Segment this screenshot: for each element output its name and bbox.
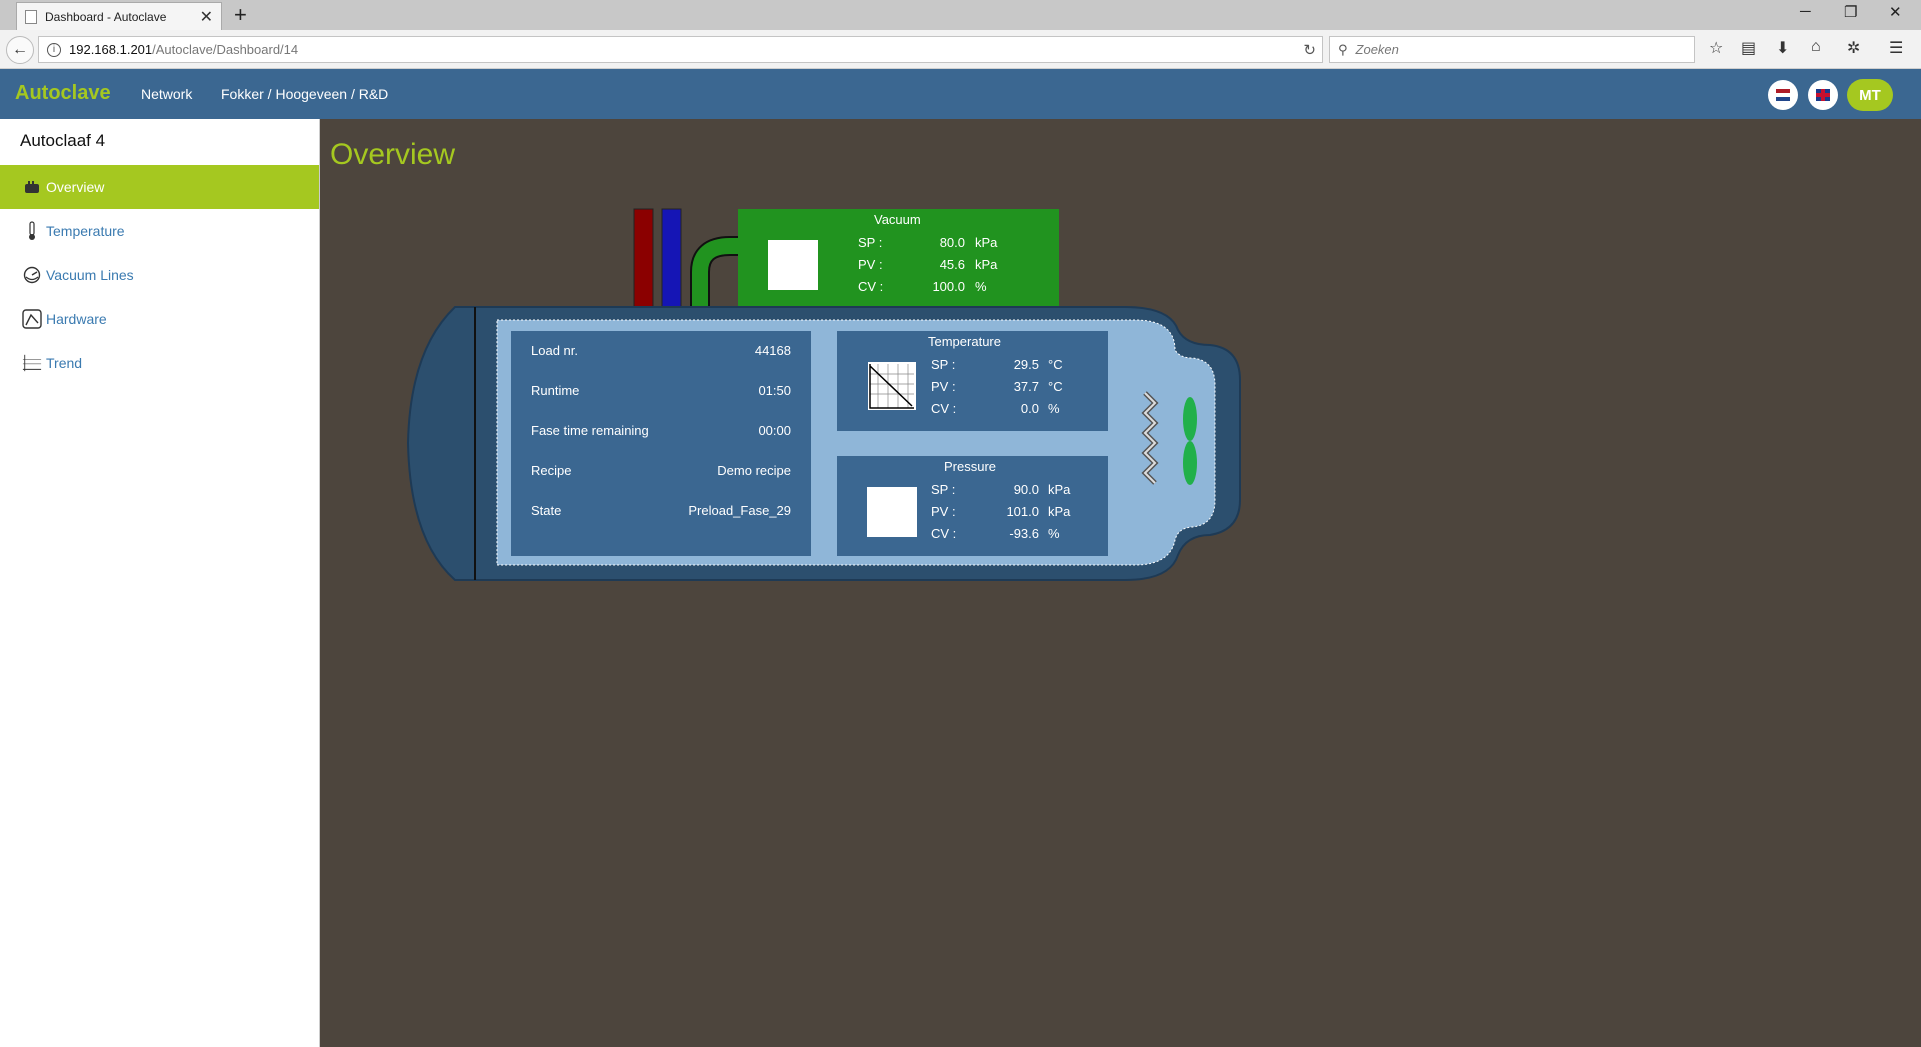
browser-tab-bar: Dashboard - Autoclave ✕ + ─ ❐ ✕: [0, 0, 1921, 30]
autoclave-icon: [22, 177, 42, 197]
nav-network[interactable]: Network: [141, 86, 192, 102]
load-info-panel: [511, 331, 811, 556]
page-icon: [25, 9, 37, 24]
vacuum-pv-label: PV :: [858, 257, 883, 272]
search-placeholder: Zoeken: [1355, 42, 1399, 57]
blue-pipe: [661, 208, 682, 310]
info-value-recipe: Demo recipe: [717, 463, 791, 478]
bookmark-star-icon[interactable]: ☆: [1709, 38, 1723, 58]
thermometer-icon: [22, 221, 42, 241]
dutch-flag-icon[interactable]: [1768, 80, 1798, 110]
minimize-icon[interactable]: ─: [1800, 3, 1811, 20]
sidebar-title: Autoclaaf 4: [20, 131, 106, 150]
back-button[interactable]: ←: [6, 36, 34, 64]
info-value-load: 44168: [754, 343, 791, 358]
red-pipe: [633, 208, 654, 310]
home-icon[interactable]: ⌂: [1811, 38, 1821, 56]
info-label-load: Load nr.: [531, 343, 578, 358]
pressure-pv-label: PV :: [931, 504, 956, 519]
info-label-runtime: Runtime: [531, 383, 580, 398]
sidebar-item-temperature[interactable]: Temperature: [0, 209, 319, 253]
gauge-icon: [22, 265, 42, 285]
english-flag-icon[interactable]: [1808, 80, 1838, 110]
temperature-pv-unit: °C: [1048, 379, 1063, 394]
vacuum-cv-unit: %: [975, 279, 987, 294]
temperature-cv-value: 0.0: [1020, 401, 1039, 416]
vacuum-sp-unit: kPa: [975, 235, 998, 250]
browser-tab[interactable]: Dashboard - Autoclave ✕: [16, 2, 222, 30]
info-label-fase-time: Fase time remaining: [531, 423, 649, 438]
tab-title: Dashboard - Autoclave: [45, 9, 167, 24]
temperature-sp-label: SP :: [931, 357, 956, 372]
reload-icon[interactable]: ↻: [1303, 41, 1316, 59]
sidebar: Autoclaaf 4 Overview Temperature Vacuum …: [0, 119, 320, 1047]
sidebar-item-label: Temperature: [46, 223, 125, 239]
info-value-runtime: 01:50: [758, 383, 791, 398]
download-icon[interactable]: ⬇: [1776, 38, 1789, 58]
fan-blade-top: [1183, 397, 1197, 441]
vacuum-pv-value: 45.6: [939, 257, 965, 272]
sidebar-item-label: Trend: [46, 355, 83, 371]
vacuum-sp-value: 80.0: [939, 235, 965, 250]
page-title: Overview: [330, 138, 456, 171]
vacuum-indicator: [768, 240, 818, 290]
temperature-sp-unit: °C: [1048, 357, 1063, 372]
url-host: 192.168.1.201: [69, 42, 153, 57]
temperature-sp-value: 29.5: [1013, 357, 1039, 372]
extension-icon[interactable]: ✲: [1847, 38, 1860, 58]
new-tab-button[interactable]: +: [234, 2, 247, 28]
menu-icon[interactable]: ☰: [1889, 38, 1903, 58]
pressure-pv-value: 101.0: [1006, 504, 1039, 519]
reading-list-icon[interactable]: ▤: [1741, 38, 1756, 58]
pressure-indicator: [867, 487, 917, 537]
info-icon[interactable]: i: [47, 42, 61, 57]
pressure-cv-label: CV :: [931, 526, 957, 541]
fan-blade-bottom: [1183, 441, 1197, 485]
temperature-cv-label: CV :: [931, 401, 957, 416]
sidebar-item-overview[interactable]: Overview: [0, 165, 319, 209]
brand-logo[interactable]: Autoclave: [15, 82, 111, 105]
temperature-pv-value: 37.7: [1013, 379, 1039, 394]
browser-toolbar: ← i 192.168.1.201/Autoclave/Dashboard/14…: [0, 30, 1921, 69]
restore-icon[interactable]: ❐: [1844, 3, 1857, 21]
pressure-sp-label: SP :: [931, 482, 956, 497]
temperature-cv-unit: %: [1048, 401, 1060, 416]
nav-location[interactable]: Fokker / Hoogeveen / R&D: [221, 86, 388, 102]
trend-icon: [22, 353, 42, 373]
search-input[interactable]: ⚲ Zoeken: [1329, 36, 1695, 63]
vacuum-title: Vacuum: [874, 212, 921, 227]
app-header: Autoclave Network Fokker / Hoogeveen / R…: [0, 69, 1921, 119]
info-value-fase-time: 00:00: [758, 423, 791, 438]
url-bar[interactable]: i 192.168.1.201/Autoclave/Dashboard/14 ↻: [38, 36, 1323, 63]
temperature-pv-label: PV :: [931, 379, 956, 394]
vacuum-sp-label: SP :: [858, 235, 883, 250]
hardware-icon: [22, 309, 42, 329]
pressure-cv-unit: %: [1048, 526, 1060, 541]
pressure-pv-unit: kPa: [1048, 504, 1071, 519]
pressure-cv-value: -93.6: [1009, 526, 1039, 541]
info-value-state: Preload_Fase_29: [688, 503, 791, 518]
pressure-sp-value: 90.0: [1013, 482, 1039, 497]
search-icon: ⚲: [1338, 41, 1348, 57]
pressure-sp-unit: kPa: [1048, 482, 1071, 497]
vacuum-cv-label: CV :: [858, 279, 884, 294]
sidebar-item-label: Vacuum Lines: [46, 267, 134, 283]
vacuum-pv-unit: kPa: [975, 257, 998, 272]
vacuum-cv-value: 100.0: [932, 279, 965, 294]
sidebar-item-hardware[interactable]: Hardware: [0, 297, 319, 341]
close-window-icon[interactable]: ✕: [1889, 3, 1902, 21]
sidebar-item-label: Overview: [46, 179, 105, 195]
temperature-title: Temperature: [928, 334, 1001, 349]
sidebar-item-trend[interactable]: Trend: [0, 341, 319, 385]
close-tab-icon[interactable]: ✕: [200, 7, 213, 27]
sidebar-item-label: Hardware: [46, 311, 107, 327]
user-avatar[interactable]: MT: [1847, 79, 1893, 111]
url-path: /Autoclave/Dashboard/14: [152, 42, 299, 57]
pressure-title: Pressure: [944, 459, 997, 474]
info-label-state: State: [531, 503, 562, 518]
info-label-recipe: Recipe: [531, 463, 572, 478]
sidebar-item-vacuum-lines[interactable]: Vacuum Lines: [0, 253, 319, 297]
